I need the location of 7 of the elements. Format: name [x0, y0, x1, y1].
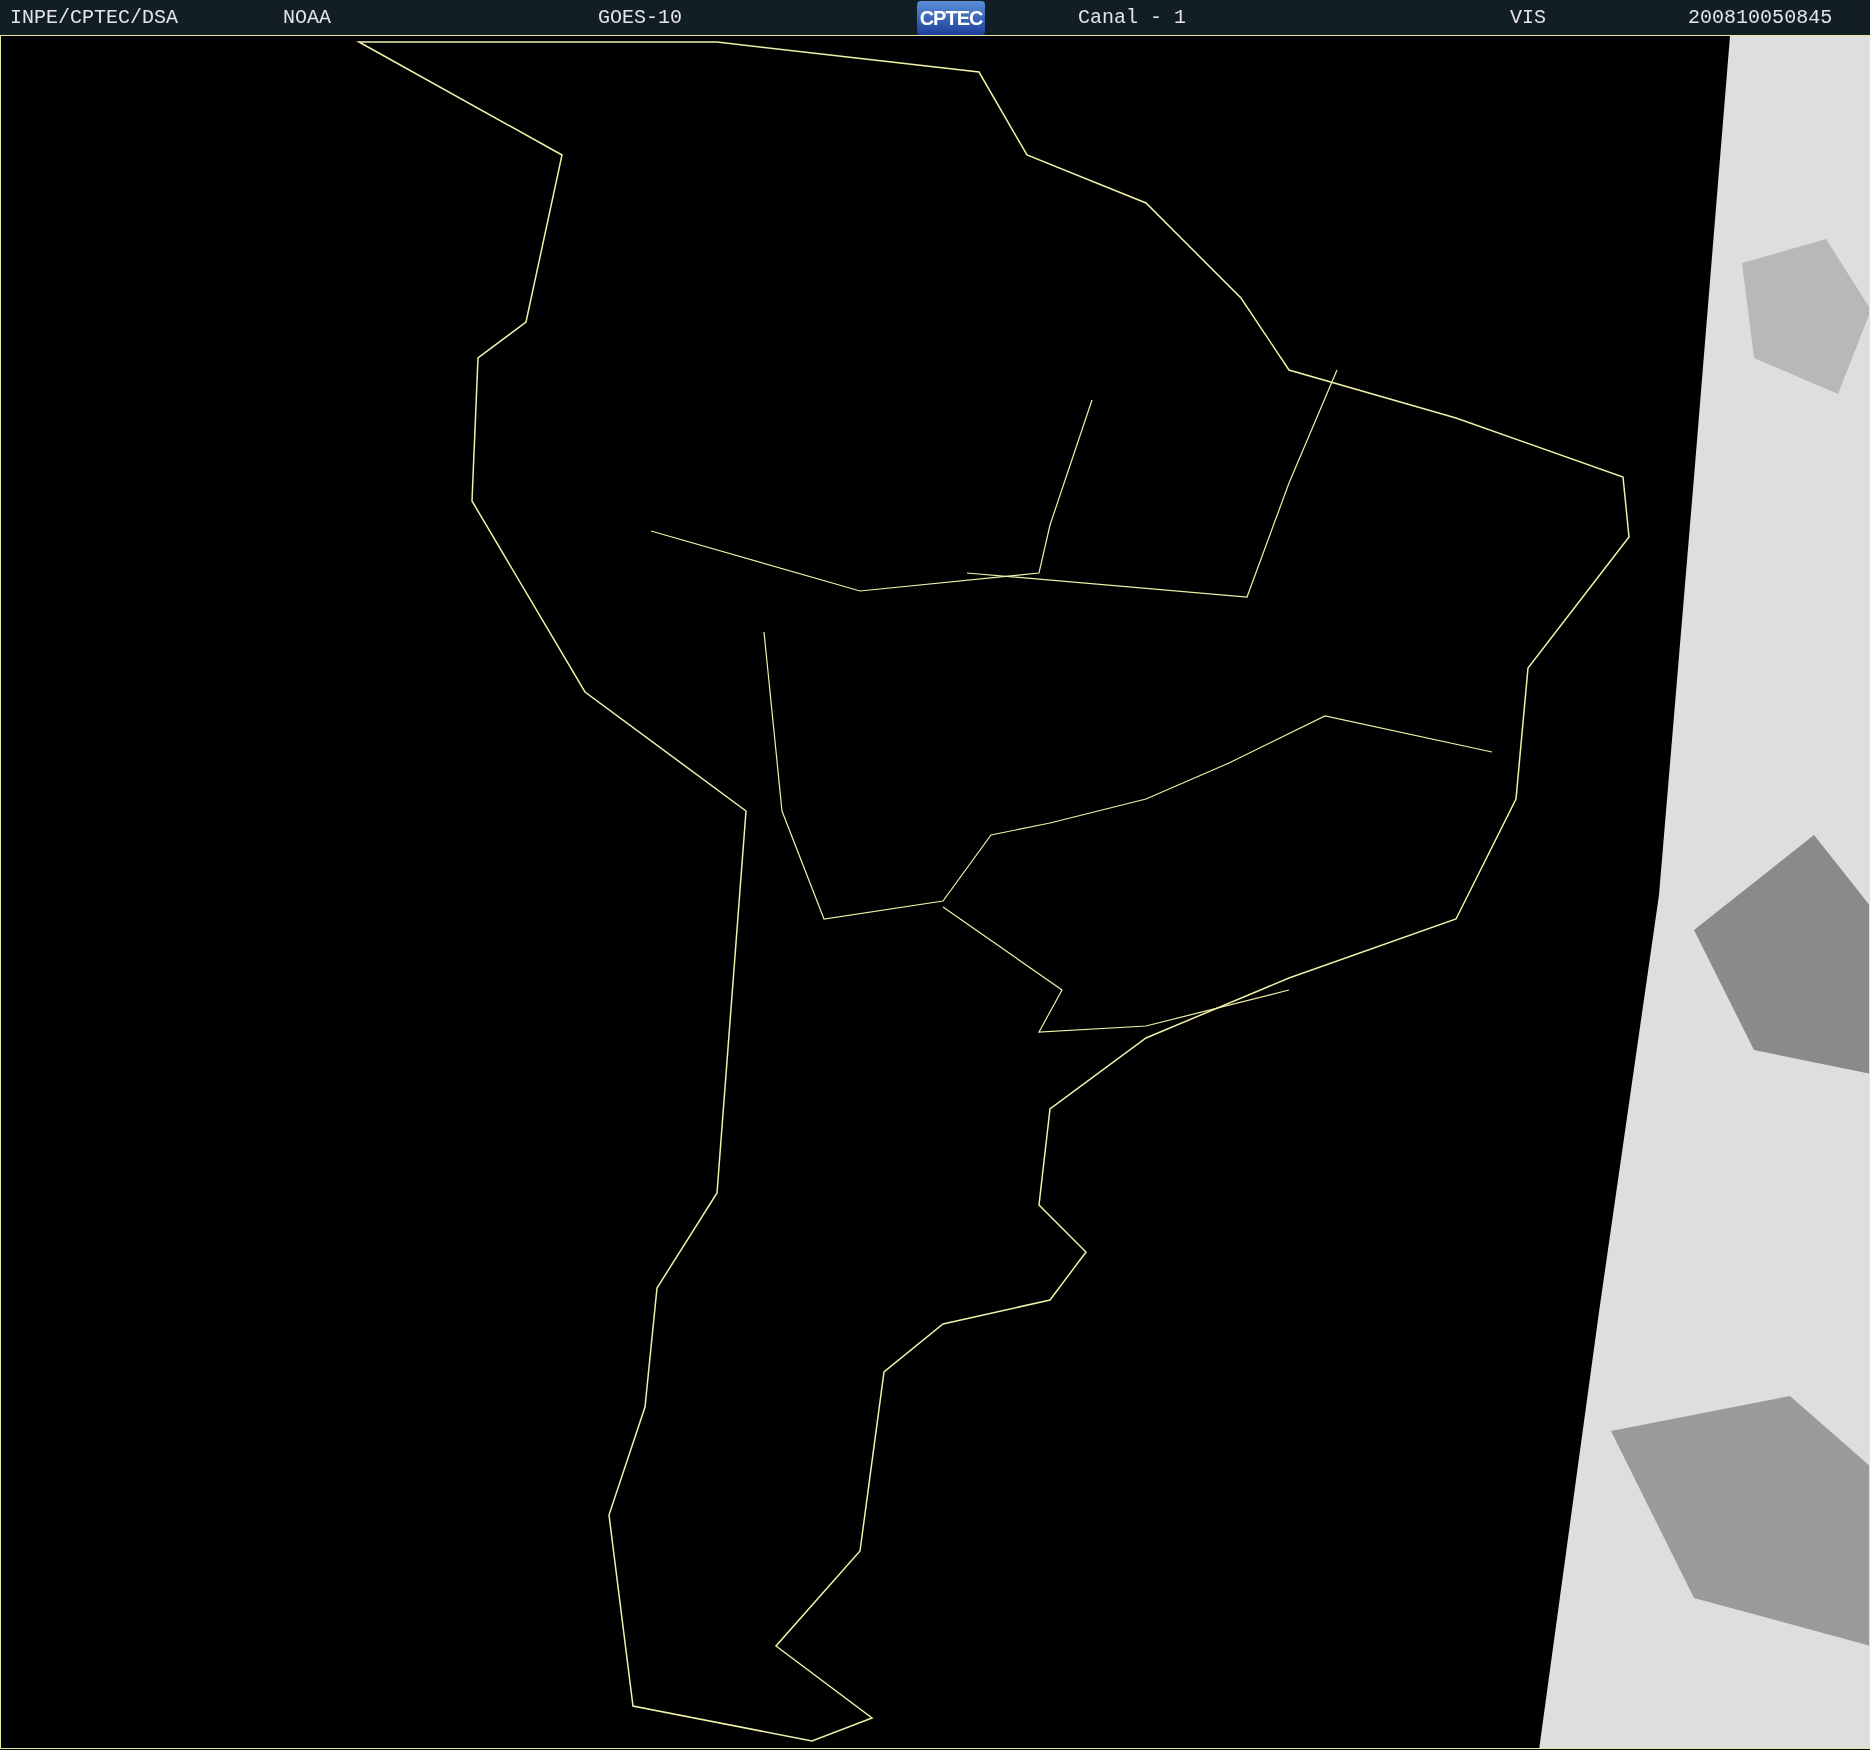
header-label: GOES-10: [598, 7, 683, 28]
header-label: Canal - 1: [1078, 7, 1187, 28]
header-label: 200810050845: [1688, 7, 1833, 28]
header-label: VIS: [1510, 7, 1547, 28]
logo: CPTEC: [917, 0, 986, 35]
header-label: NOAA: [283, 7, 332, 28]
header-label: INPE/CPTEC/DSA: [10, 7, 179, 28]
